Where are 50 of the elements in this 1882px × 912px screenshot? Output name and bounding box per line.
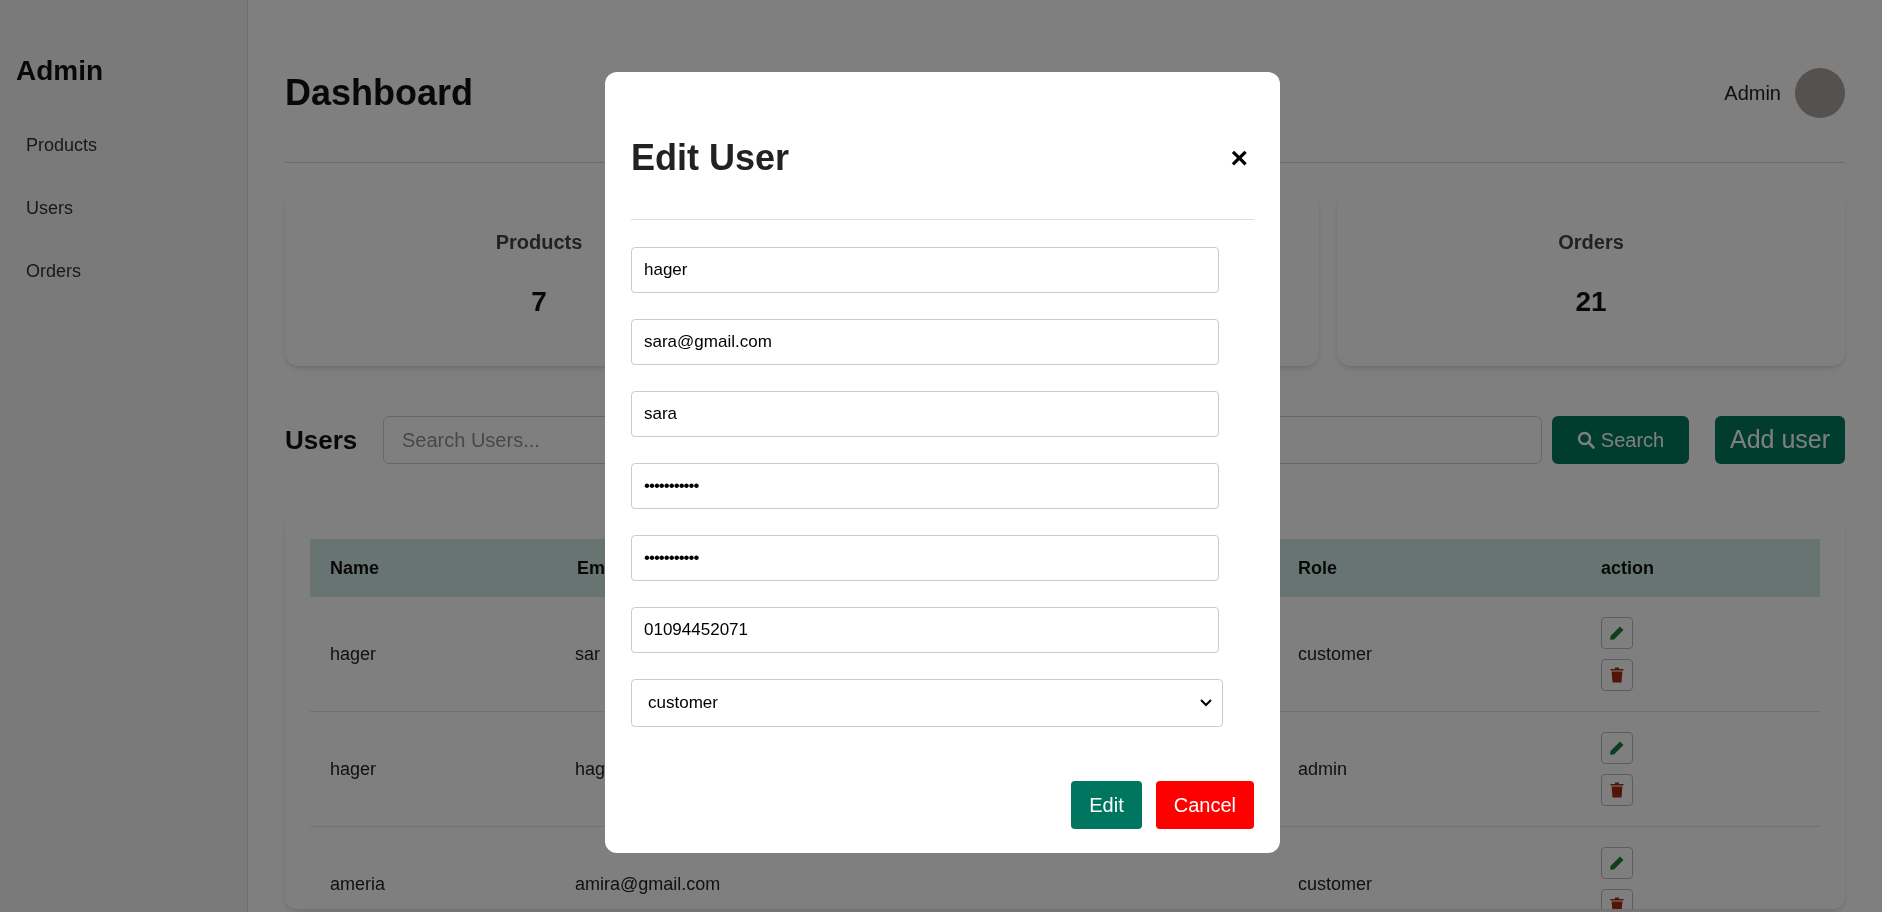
edit-button[interactable]: Edit	[1071, 781, 1142, 829]
table-cell: sar	[575, 643, 600, 664]
table-cell: customer	[1298, 643, 1373, 664]
table-cell: ameria	[330, 873, 386, 894]
sidebar-title: Admin	[16, 54, 105, 88]
pencil-icon	[1609, 855, 1625, 871]
table-cell: hager	[330, 643, 377, 664]
trash-icon	[1610, 897, 1624, 909]
stat-value: 21	[1575, 285, 1607, 319]
stat-label: Products	[495, 230, 583, 255]
avatar[interactable]	[1795, 68, 1845, 118]
input-field[interactable]: sara	[631, 391, 1219, 437]
column-header: Role	[1298, 557, 1337, 578]
table-cell: hag	[575, 758, 606, 779]
sidebar-link[interactable]: Products	[26, 132, 231, 159]
table-cell: customer	[1298, 873, 1373, 894]
trash-icon	[1610, 782, 1624, 798]
edit-button[interactable]	[1601, 617, 1633, 649]
sidebar-link[interactable]: Orders	[26, 258, 231, 285]
table-cell: admin	[1298, 758, 1348, 779]
input-field[interactable]: sara@gmail.com	[631, 319, 1219, 365]
column-header: Em	[577, 557, 605, 578]
sidebar-link[interactable]: Users	[26, 195, 231, 222]
page-title: Dashboard	[285, 71, 474, 115]
edit-button[interactable]	[1601, 847, 1633, 879]
stat-label: Orders	[1558, 230, 1624, 255]
input-field[interactable]: hager	[631, 247, 1219, 293]
pencil-icon	[1609, 625, 1625, 641]
delete-button[interactable]	[1601, 774, 1633, 806]
role-select[interactable]: customer	[631, 679, 1223, 727]
edit-button[interactable]	[1601, 732, 1633, 764]
input-field[interactable]: 01094452071	[631, 607, 1219, 653]
search-icon	[1576, 431, 1595, 449]
delete-button[interactable]	[1601, 659, 1633, 691]
password-field[interactable]: •••••••••••	[631, 535, 1219, 581]
section-title: Users	[285, 423, 359, 457]
table-cell: amira@gmail.com	[575, 873, 721, 894]
stat-value: 7	[531, 285, 547, 319]
column-header: Name	[330, 557, 380, 578]
close-button[interactable]: ×	[1230, 142, 1248, 173]
trash-icon	[1610, 667, 1624, 683]
select-value: customer	[648, 692, 718, 715]
chevron-down-icon	[1200, 699, 1212, 707]
user-name: Admin	[1724, 81, 1781, 106]
table-cell: hager	[330, 758, 377, 779]
pencil-icon	[1609, 740, 1625, 756]
dialog-title: Edit User	[631, 135, 790, 180]
password-field[interactable]: •••••••••••	[631, 463, 1219, 509]
column-header: action	[1601, 557, 1654, 578]
cancel-button[interactable]: Cancel	[1155, 781, 1254, 829]
